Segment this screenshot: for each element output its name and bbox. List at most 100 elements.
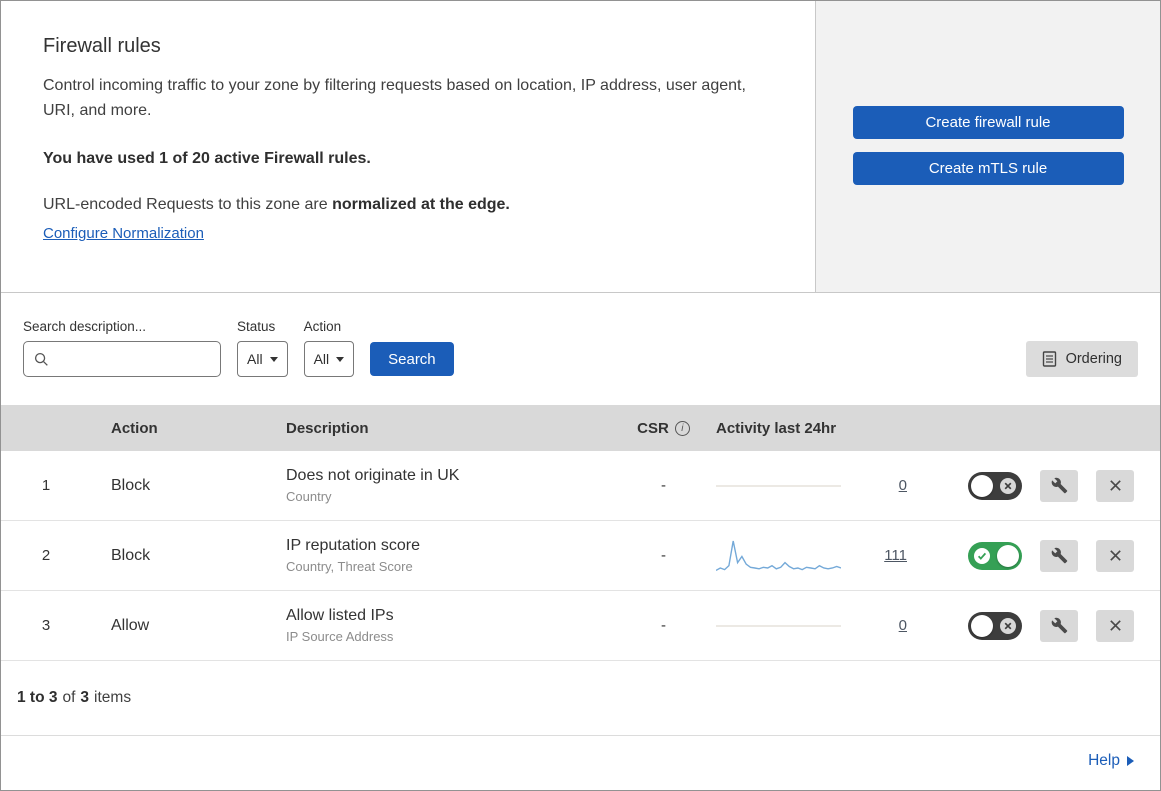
rule-enabled-toggle[interactable] (968, 541, 1022, 570)
rule-activity-cell: 0 (696, 605, 941, 647)
search-button[interactable]: Search (370, 342, 454, 376)
help-link[interactable]: Help (1088, 752, 1120, 770)
help-bar: Help (1, 735, 1160, 786)
toggle-knob (971, 614, 993, 637)
activity-sparkline (716, 605, 841, 647)
status-label: Status (237, 319, 276, 334)
rule-csr: - (661, 617, 666, 634)
check-icon (974, 547, 990, 564)
action-label: Action (303, 319, 342, 334)
rule-fields: Country, Threat Score (286, 559, 413, 574)
rule-enabled-toggle[interactable] (968, 611, 1022, 640)
table-row: 1 Block Does not originate in UK Country… (1, 451, 1160, 521)
normalization-note: URL-encoded Requests to this zone are no… (43, 196, 773, 214)
rule-fields: IP Source Address (286, 629, 394, 644)
create-firewall-rule-button[interactable]: Create firewall rule (852, 106, 1124, 139)
items-range: 1 to 3 (17, 689, 58, 706)
rule-action: Allow (111, 616, 150, 634)
action-dropdown[interactable]: All (303, 341, 355, 377)
status-dropdown-value: All (247, 351, 263, 367)
csr-header-label: CSR (637, 419, 669, 437)
delete-rule-button[interactable] (1096, 469, 1134, 502)
actions-panel: Create firewall rule Create mTLS rule (816, 1, 1160, 292)
table-row: 2 Block IP reputation score Country, Thr… (1, 521, 1160, 591)
header-text-block: Firewall rules Control incoming traffic … (1, 1, 816, 292)
ordering-icon (1042, 351, 1057, 367)
close-icon (1108, 548, 1123, 563)
column-header-description: Description (286, 419, 369, 437)
column-header-activity: Activity last 24hr (716, 419, 837, 437)
activity-count-link[interactable]: 111 (884, 547, 907, 564)
delete-rule-button[interactable] (1096, 609, 1134, 642)
rule-controls (941, 609, 1160, 642)
help-arrow-icon (1127, 756, 1134, 766)
rule-description-cell: IP reputation score Country, Threat Scor… (266, 537, 596, 574)
table-header: Action Description CSR i Activity last 2… (1, 405, 1160, 451)
action-dropdown-value: All (313, 351, 330, 367)
edit-rule-button[interactable] (1040, 539, 1078, 572)
search-description-label: Search description... (23, 319, 147, 334)
activity-sparkline (716, 535, 841, 577)
ordering-label: Ordering (1065, 351, 1122, 367)
action-group: Action All (303, 319, 355, 377)
rule-csr: - (661, 477, 666, 494)
rule-description: Does not originate in UK (286, 467, 460, 484)
filter-bar: Search description... Status All Action … (1, 293, 1160, 405)
page-description: Control incoming traffic to your zone by… (43, 77, 746, 119)
rule-description: Allow listed IPs (286, 607, 394, 624)
configure-normalization-link[interactable]: Configure Normalization (43, 225, 204, 242)
info-icon[interactable]: i (674, 420, 690, 436)
normalization-note-bold: normalized at the edge. (332, 195, 510, 213)
search-input[interactable] (56, 351, 210, 367)
pagination-summary: 1 to 3 of 3 items (1, 661, 1160, 735)
rule-description-cell: Does not originate in UK Country (266, 467, 596, 504)
rule-priority: 1 (41, 477, 51, 494)
rule-action: Block (111, 476, 151, 494)
rule-csr: - (661, 547, 666, 564)
usage-summary: You have used 1 of 20 active Firewall ru… (43, 149, 371, 167)
normalization-note-prefix: URL-encoded Requests to this zone are (43, 195, 333, 213)
column-header-csr: CSR i (596, 420, 696, 437)
rule-activity-cell: 111 (696, 535, 941, 577)
rule-priority: 2 (41, 547, 51, 564)
rule-controls (941, 469, 1160, 502)
page-header: Firewall rules Control incoming traffic … (1, 1, 1160, 293)
search-group: Search description... (23, 319, 221, 377)
activity-count-link[interactable]: 0 (899, 477, 907, 494)
page-title: Firewall rules (43, 35, 161, 57)
column-header-action: Action (111, 419, 158, 437)
rule-action: Block (111, 546, 151, 564)
ordering-button[interactable]: Ordering (1025, 341, 1138, 377)
firewall-rules-page: Firewall rules Control incoming traffic … (0, 0, 1161, 791)
activity-count-link[interactable]: 0 (899, 617, 907, 634)
x-icon (1000, 617, 1016, 634)
rule-activity-cell: 0 (696, 465, 941, 507)
wrench-icon (1051, 477, 1068, 494)
delete-rule-button[interactable] (1096, 539, 1134, 572)
toggle-knob (971, 474, 993, 497)
items-total: 3 (80, 689, 90, 706)
status-dropdown[interactable]: All (237, 341, 288, 377)
chevron-down-icon (269, 356, 278, 362)
items-of-text: of (62, 689, 76, 706)
wrench-icon (1051, 617, 1068, 634)
x-icon (1000, 477, 1016, 494)
chevron-down-icon (336, 356, 345, 362)
create-mtls-rule-button[interactable]: Create mTLS rule (852, 152, 1124, 185)
close-icon (1108, 618, 1123, 633)
rule-description: IP reputation score (286, 537, 421, 554)
edit-rule-button[interactable] (1040, 469, 1078, 502)
table-row: 3 Allow Allow listed IPs IP Source Addre… (1, 591, 1160, 661)
toggle-knob (997, 544, 1019, 567)
items-label: items (94, 689, 132, 706)
activity-sparkline (716, 465, 841, 507)
rule-description-cell: Allow listed IPs IP Source Address (266, 607, 596, 644)
rule-enabled-toggle[interactable] (968, 471, 1022, 500)
status-group: Status All (237, 319, 288, 377)
rule-priority: 3 (41, 617, 51, 634)
close-icon (1108, 478, 1123, 493)
edit-rule-button[interactable] (1040, 609, 1078, 642)
search-icon (34, 352, 49, 367)
rule-fields: Country (286, 489, 332, 504)
rule-controls (941, 539, 1160, 572)
